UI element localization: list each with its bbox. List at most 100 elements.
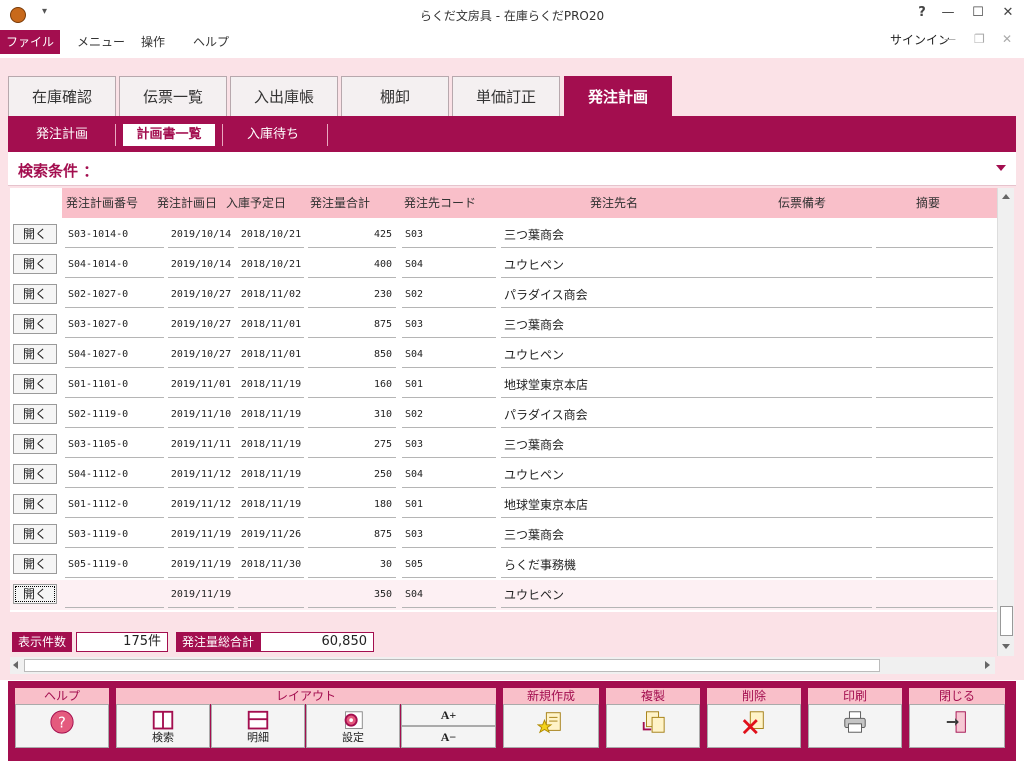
header-col-slip-note[interactable]: 伝票備考 — [778, 188, 826, 218]
menu-operation[interactable]: 操作 — [141, 30, 165, 54]
header-col-summary[interactable]: 摘要 — [916, 188, 940, 218]
open-button[interactable]: 開く — [13, 344, 57, 364]
open-button[interactable]: 開く — [13, 284, 57, 304]
cell-slip-note — [750, 374, 872, 398]
header-col-plan-number[interactable]: 発注計画番号 — [66, 188, 138, 218]
vertical-scrollbar[interactable] — [997, 188, 1014, 656]
cell-slip-note — [750, 584, 872, 608]
menu-file[interactable]: ファイル — [0, 30, 60, 54]
scroll-right-icon[interactable] — [985, 661, 990, 669]
search-conditions-bar[interactable]: 検索条件 ： — [8, 152, 1016, 186]
inner-restore-icon[interactable]: ❐ — [974, 32, 985, 46]
scroll-up-icon[interactable] — [1002, 194, 1010, 199]
new-create-button[interactable] — [503, 704, 599, 748]
signin-link[interactable]: サインイン — [890, 30, 950, 50]
font-larger-button[interactable]: A+ — [401, 704, 496, 726]
layout-detail-button[interactable]: 明細 — [211, 704, 305, 748]
open-button[interactable]: 開く — [13, 584, 57, 604]
inner-minimize-icon[interactable]: — — [944, 32, 956, 46]
scroll-down-icon[interactable] — [1002, 644, 1010, 649]
copy-button[interactable] — [606, 704, 700, 748]
close-button[interactable]: ✕ — [998, 5, 1018, 20]
print-button[interactable] — [808, 704, 902, 748]
tab-stock-check[interactable]: 在庫確認 — [8, 76, 116, 116]
cell-plan-date: 2019/11/19 — [168, 554, 234, 578]
table-row[interactable]: 開く S03-1014-0 2019/10/14 2018/10/21 425 S03 三つ… — [10, 220, 997, 250]
cell-arrival-date: 2018/11/19 — [238, 494, 304, 518]
open-button[interactable]: 開く — [13, 314, 57, 334]
subtab-waiting-arrival[interactable]: 入庫待ち — [232, 124, 314, 146]
tab-price-correction[interactable]: 単価訂正 — [452, 76, 560, 116]
delete-group-label: 削除 — [707, 688, 801, 704]
cell-summary — [876, 584, 993, 608]
minimize-button[interactable]: — — [938, 5, 958, 20]
scroll-left-icon[interactable] — [13, 661, 18, 669]
open-button[interactable]: 開く — [13, 404, 57, 424]
cell-supplier-code: S04 — [402, 584, 496, 608]
subtab-plan-list[interactable]: 計画書一覧 — [123, 124, 215, 146]
header-col-supplier-name[interactable]: 発注先名 — [590, 188, 638, 218]
table-row[interactable]: 開く S04-1112-0 2019/11/12 2018/11/19 250 S04 ユウ… — [10, 460, 997, 490]
table-row[interactable]: 開く S03-1027-0 2019/10/27 2018/11/01 875 S03 三つ… — [10, 310, 997, 340]
tab-in-out-ledger[interactable]: 入出庫帳 — [230, 76, 338, 116]
cell-plan-date: 2019/11/12 — [168, 494, 234, 518]
cell-order-total: 230 — [308, 284, 396, 308]
delete-button[interactable] — [707, 704, 801, 748]
copy-group-label: 複製 — [606, 688, 700, 704]
sum-label: 発注量総合計 — [176, 632, 261, 652]
table-row[interactable]: 開く S02-1027-0 2019/10/27 2018/11/02 230 S02 パラ… — [10, 280, 997, 310]
expand-triangle-icon[interactable] — [996, 165, 1006, 171]
layout-settings-button[interactable]: 設定 — [306, 704, 400, 748]
close-app-button[interactable] — [909, 704, 1005, 748]
cell-plan-number: S02-1119-0 — [65, 404, 164, 428]
layout-search-button[interactable]: 検索 — [116, 704, 210, 748]
header-col-arrival-date[interactable]: 入庫予定日 — [226, 188, 286, 218]
font-down-label: A− — [440, 730, 457, 744]
table-row[interactable]: 開く S03-1105-0 2019/11/11 2018/11/19 275 S03 三つ… — [10, 430, 997, 460]
vertical-scroll-thumb[interactable] — [1000, 606, 1013, 636]
open-button[interactable]: 開く — [13, 554, 57, 574]
table-row[interactable]: 開く S05-1119-0 2019/11/19 2018/11/30 30 S05 らくだ… — [10, 550, 997, 580]
help-button[interactable]: ? — [15, 704, 109, 748]
table-row[interactable]: 開く S03-1119-0 2019/11/19 2019/11/26 875 S03 三つ… — [10, 520, 997, 550]
tab-slip-list[interactable]: 伝票一覧 — [119, 76, 227, 116]
layout-group-label: レイアウト — [116, 688, 496, 704]
menu-menu[interactable]: メニュー — [77, 30, 125, 54]
cell-slip-note — [750, 254, 872, 278]
header-col-plan-date[interactable]: 発注計画日 — [157, 188, 217, 218]
cell-supplier-code: S01 — [402, 374, 496, 398]
open-button[interactable]: 開く — [13, 254, 57, 274]
subtab-order-plan[interactable]: 発注計画 — [22, 124, 102, 146]
table-row[interactable]: 開く S01-1112-0 2019/11/12 2018/11/19 180 S01 地球… — [10, 490, 997, 520]
open-button[interactable]: 開く — [13, 494, 57, 514]
open-button[interactable]: 開く — [13, 224, 57, 244]
open-button[interactable]: 開く — [13, 434, 57, 454]
sum-value: 60,850 — [260, 632, 374, 652]
cell-order-total: 30 — [308, 554, 396, 578]
table-row[interactable]: 開く S04-1027-0 2019/10/27 2018/11/01 850 S04 ユウ… — [10, 340, 997, 370]
font-smaller-button[interactable]: A− — [401, 726, 496, 748]
cell-supplier-name: パラダイス商会 — [501, 284, 752, 308]
cell-supplier-name: ユウヒペン — [501, 584, 752, 608]
close-group-label: 閉じる — [909, 688, 1005, 704]
cell-order-total: 400 — [308, 254, 396, 278]
table-row[interactable]: 開く S01-1101-0 2019/11/01 2018/11/19 160 S01 地球… — [10, 370, 997, 400]
maximize-button[interactable]: ☐ — [968, 5, 988, 20]
open-button[interactable]: 開く — [13, 374, 57, 394]
table-row[interactable]: 開く S04-1014-0 2019/10/14 2018/10/21 400 S04 ユウ… — [10, 250, 997, 280]
cell-arrival-date: 2018/11/02 — [238, 284, 304, 308]
open-button[interactable]: 開く — [13, 524, 57, 544]
table-row[interactable]: 開く S02-1119-0 2019/11/10 2018/11/19 310 S02 パラ… — [10, 400, 997, 430]
table-row[interactable]: 開く 2019/11/19 350 S04 ユウヒペン — [10, 580, 997, 610]
horizontal-scroll-thumb[interactable] — [24, 659, 880, 672]
header-col-order-total[interactable]: 発注量合計 — [310, 188, 370, 218]
header-col-supplier-code[interactable]: 発注先コード — [404, 188, 476, 218]
cell-supplier-name: 三つ葉商会 — [501, 314, 752, 338]
tab-inventory[interactable]: 棚卸 — [341, 76, 449, 116]
open-button[interactable]: 開く — [13, 464, 57, 484]
horizontal-scrollbar[interactable] — [10, 657, 995, 674]
inner-close-icon[interactable]: ✕ — [1002, 32, 1012, 46]
help-icon[interactable]: ? — [912, 5, 932, 20]
tab-order-plan[interactable]: 発注計画 — [564, 76, 672, 116]
menu-help[interactable]: ヘルプ — [193, 30, 229, 54]
